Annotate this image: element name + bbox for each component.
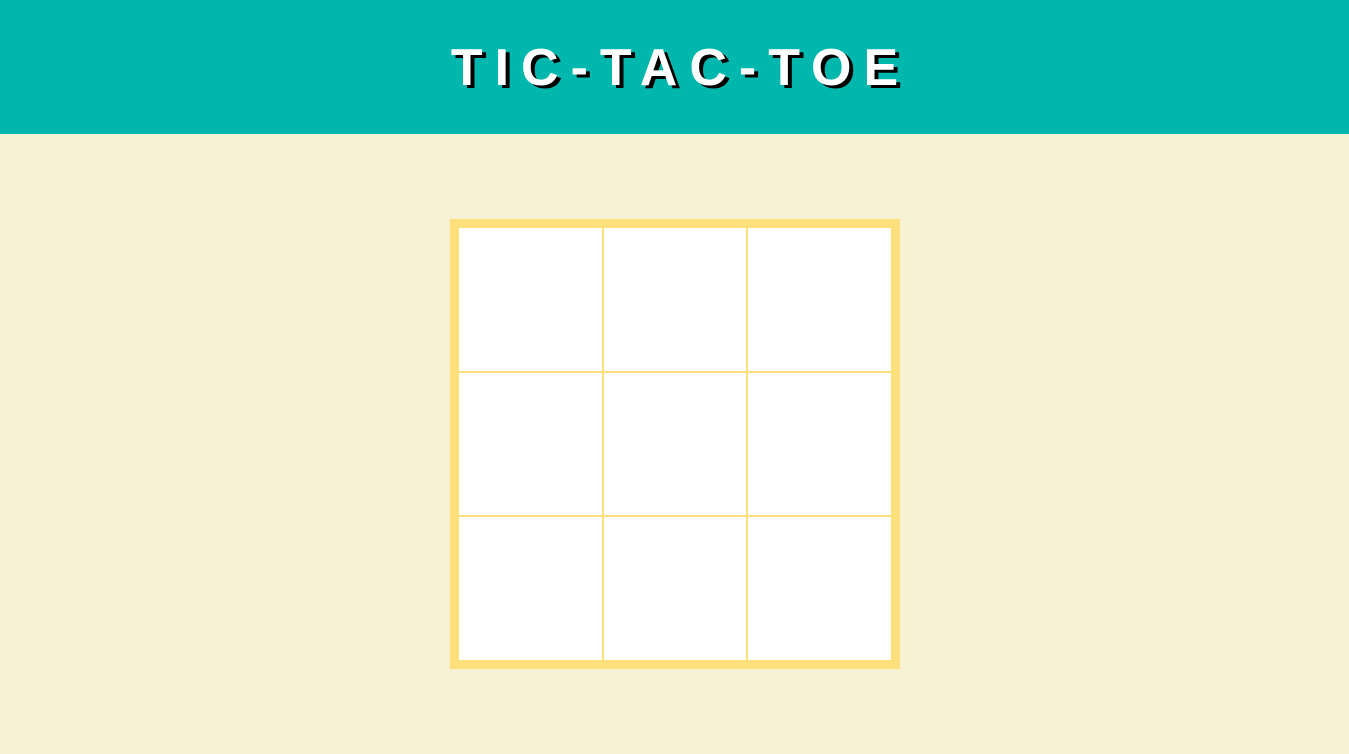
- header-bar: TIC-TAC-TOE: [0, 0, 1349, 134]
- board-cell-9[interactable]: [748, 517, 891, 660]
- board-cell-7[interactable]: [459, 517, 602, 660]
- board-cell-8[interactable]: [603, 517, 747, 660]
- board-cell-2[interactable]: [603, 228, 747, 371]
- game-title: TIC-TAC-TOE: [450, 39, 911, 97]
- board-cell-3[interactable]: [748, 228, 891, 371]
- game-board: [450, 219, 900, 669]
- board-cell-6[interactable]: [748, 372, 891, 516]
- board-cell-1[interactable]: [459, 228, 602, 371]
- board-cell-5[interactable]: [603, 372, 747, 516]
- board-cell-4[interactable]: [459, 372, 602, 516]
